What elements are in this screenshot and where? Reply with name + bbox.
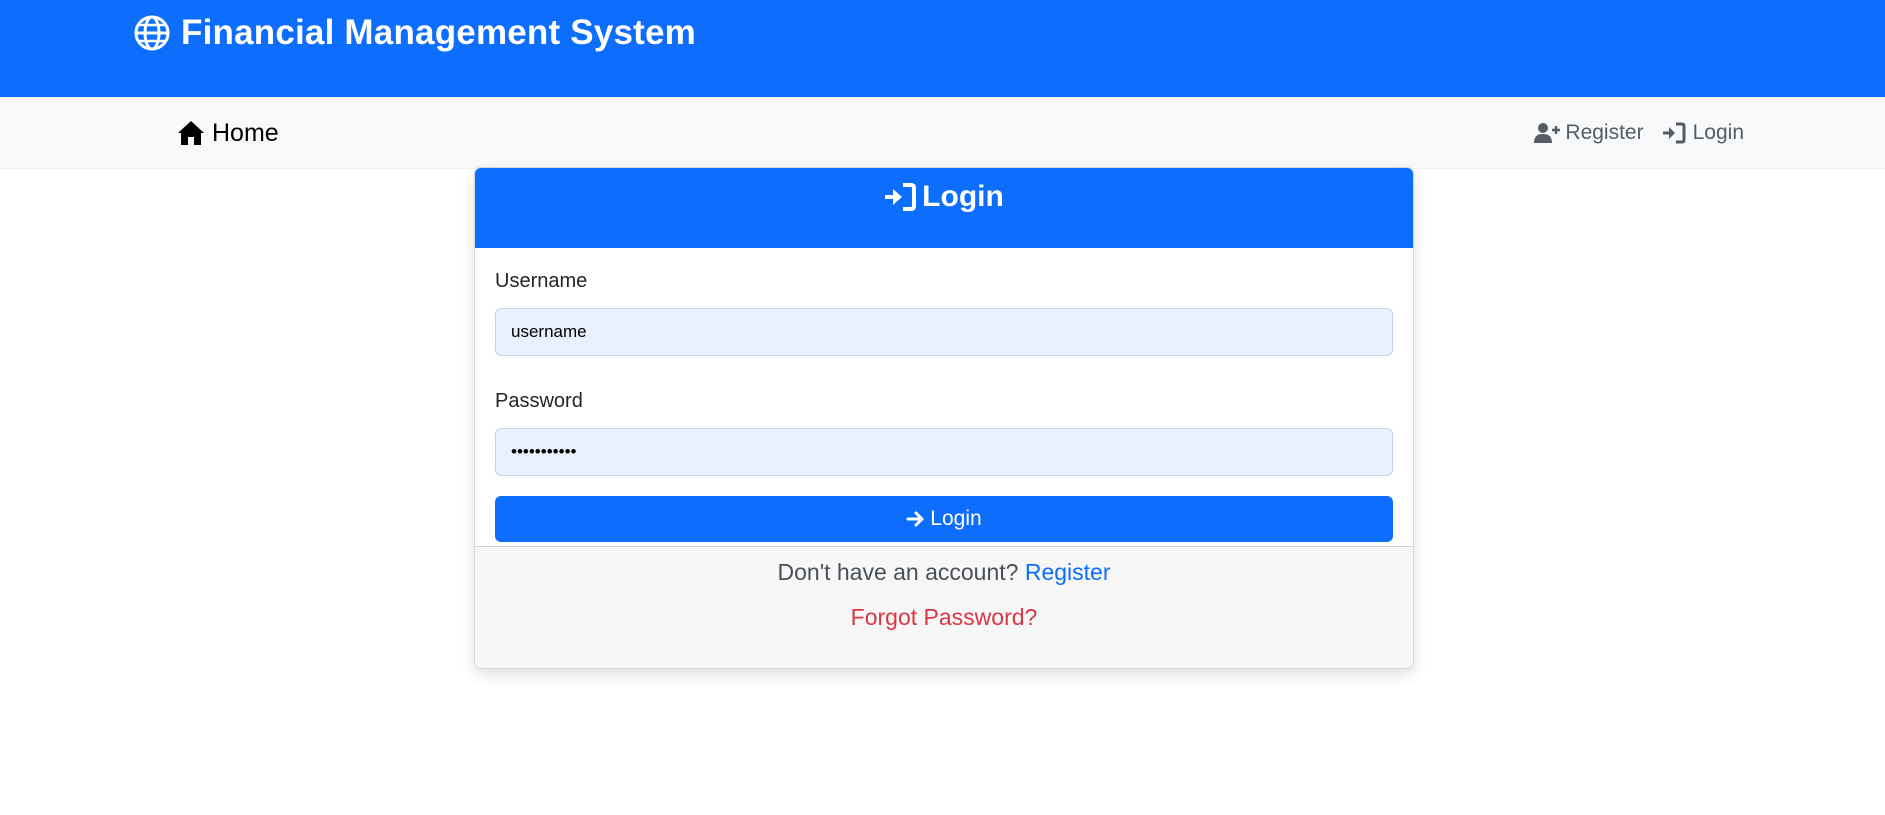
nav-register-link[interactable]: Register xyxy=(1534,121,1644,145)
sign-in-icon xyxy=(884,182,917,212)
login-card-header: Login xyxy=(475,168,1413,248)
house-icon xyxy=(176,119,206,147)
password-input[interactable] xyxy=(495,428,1393,476)
password-label: Password xyxy=(495,390,583,412)
nav-register-label: Register xyxy=(1565,121,1644,144)
nav-right-links: Register Login xyxy=(1534,116,1744,150)
footer-register-link[interactable]: Register xyxy=(1025,559,1111,585)
forgot-password-link[interactable]: Forgot Password? xyxy=(851,604,1038,630)
nav-login-label: Login xyxy=(1692,121,1744,144)
register-prompt-text: Don't have an account? xyxy=(777,559,1025,585)
username-input[interactable] xyxy=(495,308,1393,356)
sign-in-icon xyxy=(1662,122,1689,144)
login-card-footer: Don't have an account? Register Forgot P… xyxy=(475,546,1413,668)
register-prompt: Don't have an account? Register xyxy=(475,559,1413,589)
globe-icon xyxy=(133,14,171,52)
nav-home-label: Home xyxy=(212,118,279,147)
login-card: Login Username Password Login Don't have… xyxy=(474,167,1414,669)
brand: Financial Management System xyxy=(133,12,696,54)
navbar: Home Register Login xyxy=(0,97,1885,169)
nav-login-link[interactable]: Login xyxy=(1662,121,1744,145)
login-form: Username Password Login xyxy=(475,248,1413,562)
arrow-right-icon xyxy=(906,509,926,529)
top-header-bar: Financial Management System xyxy=(0,0,1885,97)
username-label: Username xyxy=(495,270,588,292)
login-button[interactable]: Login xyxy=(495,496,1393,542)
app-title: Financial Management System xyxy=(181,13,697,52)
user-plus-icon xyxy=(1534,122,1561,144)
login-card-title: Login xyxy=(922,180,1004,213)
forgot-password-row: Forgot Password? xyxy=(475,604,1413,634)
nav-home-link[interactable]: Home xyxy=(176,116,279,150)
login-button-label: Login xyxy=(930,507,982,530)
